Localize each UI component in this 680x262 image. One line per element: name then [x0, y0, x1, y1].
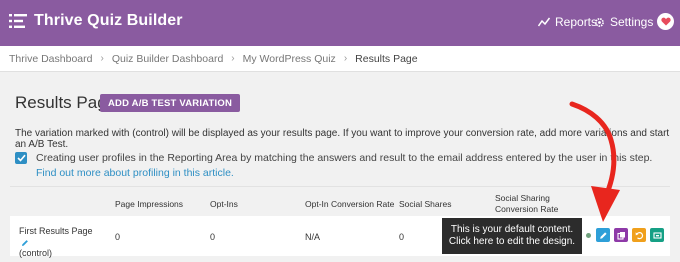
conversion-rate-value: N/A	[305, 232, 321, 242]
edit-design-tooltip: This is your default content. Click here…	[442, 218, 582, 254]
chevron-right-icon: ›	[100, 53, 104, 64]
divider	[10, 186, 670, 187]
chart-line-icon	[538, 17, 550, 27]
chevron-right-icon: ›	[343, 53, 348, 64]
trophy-icon	[652, 231, 662, 239]
reset-icon	[635, 231, 643, 239]
breadcrumb: Thrive Dashboard › Quiz Builder Dashboar…	[0, 46, 680, 72]
app-title: Thrive Quiz Builder	[34, 12, 183, 29]
settings-link[interactable]: Settings	[594, 15, 653, 29]
info-text: The variation marked with (control) will…	[15, 128, 670, 150]
header-social-sharing-conversion-rate: Social Sharing Conversion Rate	[495, 193, 559, 214]
breadcrumb-item-quiz[interactable]: My WordPress Quiz	[243, 53, 336, 65]
reports-label: Reports	[555, 15, 598, 29]
app-logo[interactable]: Thrive Quiz Builder	[9, 12, 183, 30]
variation-name-cell: First Results Page (control)	[19, 226, 99, 259]
duplicate-button[interactable]	[614, 228, 628, 242]
breadcrumb-item-current: Results Page	[355, 52, 418, 65]
gear-icon	[595, 17, 604, 27]
variation-name[interactable]: First Results Page	[19, 226, 93, 236]
favorite-button[interactable]	[657, 13, 674, 30]
pencil-icon	[599, 231, 607, 239]
status-dot	[586, 233, 591, 238]
header-opt-ins: Opt-Ins	[210, 199, 238, 209]
heart-icon	[660, 17, 671, 26]
optins-value: 0	[210, 232, 216, 242]
breadcrumb-item-quiz-builder[interactable]: Quiz Builder Dashboard	[112, 53, 223, 65]
header-social-shares: Social Shares	[399, 199, 452, 209]
edit-design-button[interactable]	[596, 228, 610, 242]
add-ab-test-button[interactable]: ADD A/B TEST VARIATION	[100, 94, 241, 112]
profiling-description: Creating user profiles in the Reporting …	[36, 152, 653, 164]
pencil-icon[interactable]	[21, 239, 29, 247]
settings-label: Settings	[610, 15, 654, 29]
impressions-value: 0	[115, 232, 121, 242]
reset-button[interactable]	[632, 228, 646, 242]
variation-tag: (control)	[19, 248, 53, 258]
top-bar: Thrive Quiz Builder Reports Settings	[0, 0, 680, 46]
profiling-checkbox[interactable]	[15, 152, 27, 164]
logo-icon	[9, 14, 27, 28]
header-optin-conversion-rate: Opt-In Conversion Rate	[305, 199, 395, 209]
set-winner-button[interactable]	[650, 228, 664, 242]
reports-link[interactable]: Reports	[538, 15, 597, 29]
header-page-impressions: Page Impressions	[115, 199, 184, 209]
tooltip-line-1: This is your default content.	[450, 224, 574, 235]
profiling-checkbox-label: Creating user profiles in the Reporting …	[36, 151, 666, 181]
copy-icon	[616, 231, 625, 240]
profiling-article-link[interactable]: Find out more about profiling in this ar…	[36, 167, 234, 179]
tooltip-line-2: Click here to edit the design.	[448, 236, 576, 247]
chevron-right-icon: ›	[231, 53, 235, 64]
breadcrumb-item-dashboard[interactable]: Thrive Dashboard	[9, 53, 92, 65]
checkmark-icon	[16, 154, 26, 162]
social-shares-value: 0	[399, 232, 405, 242]
